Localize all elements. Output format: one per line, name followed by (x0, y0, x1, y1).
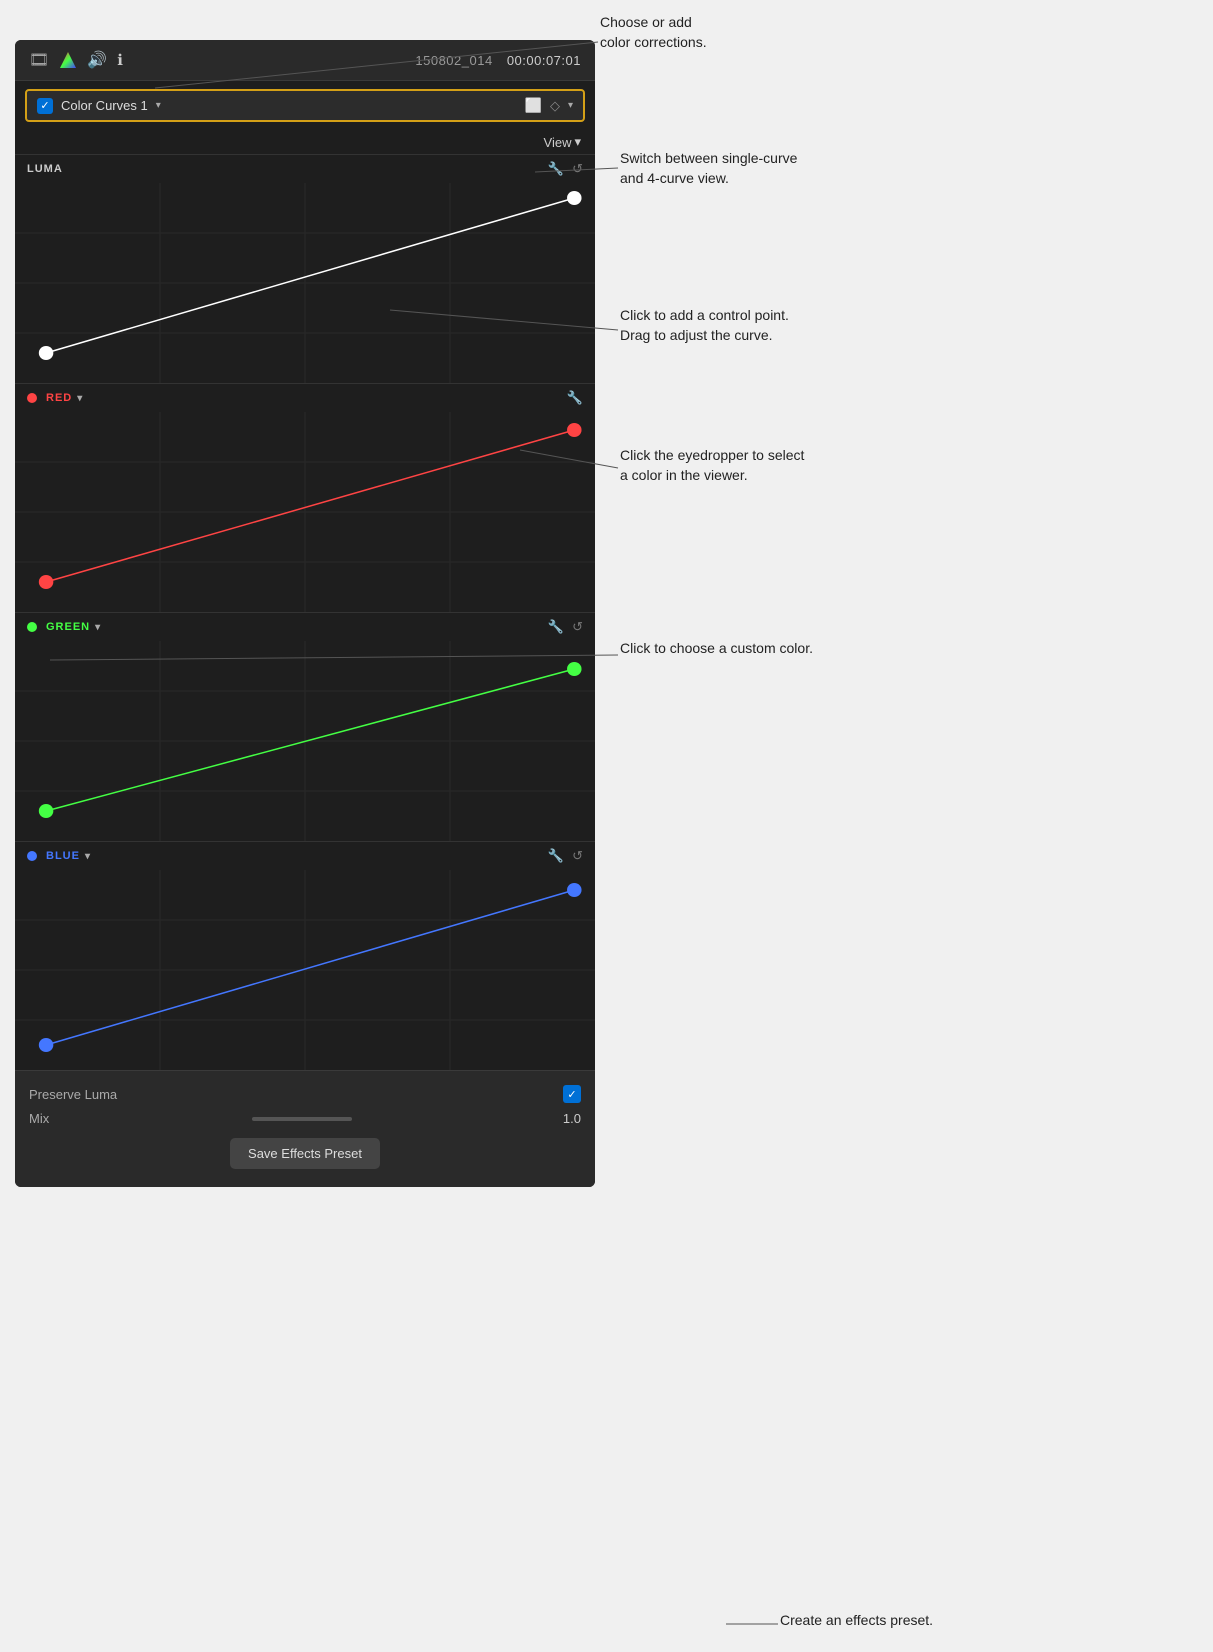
info-icon[interactable]: ℹ (117, 51, 123, 69)
green-reset-icon[interactable]: ↺ (572, 619, 583, 635)
mix-label: Mix (29, 1111, 49, 1126)
blue-dot[interactable] (27, 851, 37, 861)
save-effects-preset-button[interactable]: Save Effects Preset (230, 1138, 380, 1169)
toolbar-center: 150802_014 00:00:07:01 (415, 53, 581, 68)
film-icon[interactable]: 🎞 (29, 50, 49, 70)
keyframe-icon[interactable]: ◇ (550, 98, 560, 114)
view-button[interactable]: View ▾ (544, 134, 581, 150)
blue-reset-icon[interactable]: ↺ (572, 848, 583, 864)
blue-dropdown-chevron[interactable]: ▾ (85, 851, 91, 862)
mix-value: 1.0 (563, 1111, 581, 1126)
toolbar: 🎞 🔊 ℹ 150802_014 00:00:07:01 (15, 40, 595, 81)
toolbar-left: 🎞 🔊 ℹ (29, 50, 123, 70)
mix-row: Mix 1.0 (29, 1107, 581, 1130)
footer-section: Preserve Luma ✓ Mix 1.0 Save Effects Pre… (15, 1070, 595, 1187)
ann-custom-color: Click to choose a custom color. (620, 638, 813, 658)
color-curves-panel: 🎞 🔊 ℹ 150802_014 00:00:07:01 ✓ Color Cur… (15, 40, 595, 1187)
ann-add-control: Click to add a control point.Drag to adj… (620, 305, 789, 346)
effect-selector[interactable]: ✓ Color Curves 1 ▾ ⬜ ◇ ▾ (25, 89, 585, 122)
view-row: View ▾ (15, 130, 595, 154)
luma-svg (15, 183, 595, 383)
luma-eyedropper-icon[interactable]: 🔧 (548, 161, 564, 177)
luma-canvas[interactable] (15, 183, 595, 383)
blue-label: BLUE ▾ (27, 850, 91, 862)
preserve-luma-checkbox[interactable]: ✓ (563, 1085, 581, 1103)
effect-options-chevron[interactable]: ▾ (568, 100, 573, 111)
blue-section: BLUE ▾ 🔧 ↺ (15, 841, 595, 1070)
green-label: GREEN ▾ (27, 621, 101, 633)
preserve-luma-row: Preserve Luma ✓ (29, 1081, 581, 1107)
effect-selector-right: ⬜ ◇ ▾ (525, 97, 573, 114)
ann-choose-color: Choose or addcolor corrections. (600, 12, 707, 53)
luma-label: LUMA (27, 163, 63, 175)
clip-name: 150802_014 (415, 53, 492, 68)
luma-header: LUMA 🔧 ↺ (15, 155, 595, 183)
green-canvas[interactable] (15, 641, 595, 841)
view-chevron: ▾ (574, 134, 581, 150)
effect-name: Color Curves 1 (61, 98, 148, 113)
luma-header-icons: 🔧 ↺ (548, 161, 583, 177)
ann-single-curve: Switch between single-curveand 4-curve v… (620, 148, 797, 189)
effect-dropdown-chevron[interactable]: ▾ (156, 100, 161, 111)
green-eyedropper-icon[interactable]: 🔧 (548, 619, 564, 635)
blue-header: BLUE ▾ 🔧 ↺ (15, 842, 595, 870)
green-svg (15, 641, 595, 841)
green-header: GREEN ▾ 🔧 ↺ (15, 613, 595, 641)
red-canvas[interactable] (15, 412, 595, 612)
red-eyedropper-icon[interactable]: 🔧 (567, 390, 583, 406)
red-section: RED ▾ 🔧 (15, 383, 595, 612)
color-icon[interactable] (59, 51, 77, 69)
red-dot[interactable] (27, 393, 37, 403)
mix-slider[interactable] (252, 1117, 352, 1121)
red-header-icons: 🔧 (567, 390, 583, 406)
ann-save-preset: Create an effects preset. (780, 1610, 933, 1630)
red-svg (15, 412, 595, 612)
effect-enabled-checkbox[interactable]: ✓ (37, 98, 53, 114)
red-dropdown-chevron[interactable]: ▾ (77, 393, 83, 404)
blue-svg (15, 870, 595, 1070)
preserve-luma-label: Preserve Luma (29, 1087, 117, 1102)
timecode: 00:00:07:01 (507, 53, 581, 68)
mask-icon[interactable]: ⬜ (525, 97, 542, 114)
view-label: View (544, 135, 572, 150)
red-header: RED ▾ 🔧 (15, 384, 595, 412)
luma-section: LUMA 🔧 ↺ (15, 154, 595, 383)
blue-eyedropper-icon[interactable]: 🔧 (548, 848, 564, 864)
blue-canvas[interactable] (15, 870, 595, 1070)
blue-header-icons: 🔧 ↺ (548, 848, 583, 864)
green-header-icons: 🔧 ↺ (548, 619, 583, 635)
audio-icon[interactable]: 🔊 (87, 50, 107, 70)
green-dot[interactable] (27, 622, 37, 632)
green-section: GREEN ▾ 🔧 ↺ (15, 612, 595, 841)
ann-eyedropper: Click the eyedropper to selecta color in… (620, 445, 804, 486)
luma-reset-icon[interactable]: ↺ (572, 161, 583, 177)
green-dropdown-chevron[interactable]: ▾ (95, 622, 101, 633)
red-label: RED ▾ (27, 392, 83, 404)
effect-selector-left: ✓ Color Curves 1 ▾ (37, 98, 161, 114)
